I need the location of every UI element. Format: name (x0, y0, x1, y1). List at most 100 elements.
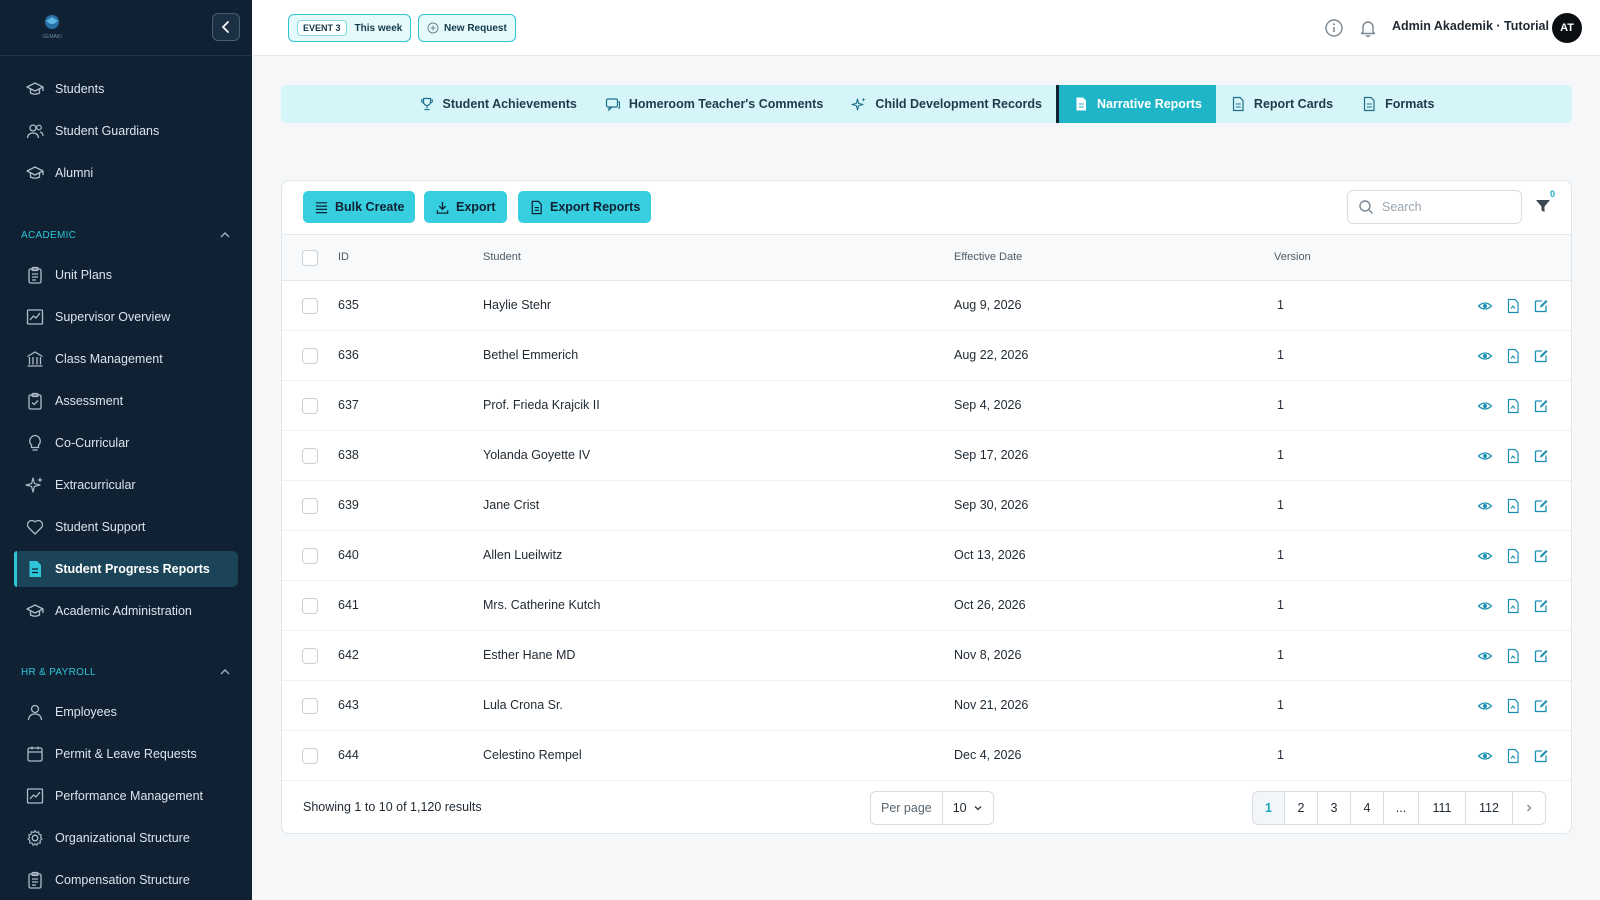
row-checkbox[interactable] (302, 398, 318, 414)
brand-logo-icon[interactable]: GEMAKI (34, 12, 70, 40)
sidebar-item-alumni[interactable]: Alumni (14, 155, 238, 191)
column-header-version[interactable]: Version (1274, 251, 1311, 263)
table-row[interactable]: 635 Haylie Stehr Aug 9, 2026 1 (282, 281, 1571, 331)
info-icon[interactable] (1324, 18, 1344, 38)
row-checkbox[interactable] (302, 698, 318, 714)
tab-student-achievements[interactable]: Student Achievements (405, 85, 591, 123)
edit-icon[interactable] (1533, 498, 1549, 514)
collapse-sidebar-button[interactable] (212, 13, 240, 41)
page-2-button[interactable]: 2 (1285, 792, 1318, 824)
pdf-document-icon[interactable] (1505, 398, 1521, 414)
view-eye-icon[interactable] (1477, 348, 1493, 364)
pdf-document-icon[interactable] (1505, 698, 1521, 714)
sidebar-item-supervisor-overview[interactable]: Supervisor Overview (14, 299, 238, 335)
edit-icon[interactable] (1533, 748, 1549, 764)
sidebar-item-permit-and-leave-requests[interactable]: Permit & Leave Requests (14, 736, 238, 772)
row-checkbox[interactable] (302, 548, 318, 564)
filter-icon[interactable] (1534, 197, 1552, 215)
tab-formats[interactable]: Formats (1347, 85, 1448, 123)
export-button[interactable]: Export (424, 191, 507, 223)
edit-icon[interactable] (1533, 348, 1549, 364)
table-row[interactable]: 642 Esther Hane MD Nov 8, 2026 1 (282, 631, 1571, 681)
tab-child-development-records[interactable]: Child Development Records (837, 85, 1056, 123)
next-page-button[interactable] (1513, 792, 1545, 824)
page-1-button[interactable]: 1 (1253, 792, 1285, 824)
edit-icon[interactable] (1533, 548, 1549, 564)
edit-icon[interactable] (1533, 698, 1549, 714)
export-reports-button[interactable]: Export Reports (518, 191, 652, 223)
sidebar-item-extracurricular[interactable]: Extracurricular (14, 467, 238, 503)
sidebar-item-organizational-structure[interactable]: Organizational Structure (14, 820, 238, 856)
edit-icon[interactable] (1533, 648, 1549, 664)
view-eye-icon[interactable] (1477, 498, 1493, 514)
row-checkbox[interactable] (302, 598, 318, 614)
bell-icon[interactable] (1358, 18, 1378, 38)
row-checkbox[interactable] (302, 748, 318, 764)
pdf-document-icon[interactable] (1505, 498, 1521, 514)
edit-icon[interactable] (1533, 298, 1549, 314)
view-eye-icon[interactable] (1477, 648, 1493, 664)
section-academic-header[interactable]: ACADEMIC (21, 226, 231, 244)
pdf-document-icon[interactable] (1505, 298, 1521, 314)
tab-narrative-reports[interactable]: Narrative Reports (1056, 85, 1216, 123)
view-eye-icon[interactable] (1477, 698, 1493, 714)
table-row[interactable]: 643 Lula Crona Sr. Nov 21, 2026 1 (282, 681, 1571, 731)
select-all-checkbox[interactable] (302, 250, 318, 266)
row-checkbox[interactable] (302, 648, 318, 664)
table-row[interactable]: 641 Mrs. Catherine Kutch Oct 26, 2026 1 (282, 581, 1571, 631)
sidebar-item-academic-administration[interactable]: Academic Administration (14, 593, 238, 629)
pdf-document-icon[interactable] (1505, 598, 1521, 614)
sidebar-item-students[interactable]: Students (14, 71, 238, 107)
pdf-document-icon[interactable] (1505, 448, 1521, 464)
avatar[interactable]: AT (1552, 13, 1582, 43)
view-eye-icon[interactable] (1477, 598, 1493, 614)
sidebar-item-co-curricular[interactable]: Co-Curricular (14, 425, 238, 461)
new-request-button[interactable]: New Request (418, 14, 516, 42)
user-name[interactable]: Admin Akademik · Tutorial (1392, 19, 1549, 33)
table-row[interactable]: 638 Yolanda Goyette IV Sep 17, 2026 1 (282, 431, 1571, 481)
event-pill[interactable]: EVENT 3 This week (288, 14, 412, 42)
edit-icon[interactable] (1533, 598, 1549, 614)
page-112-button[interactable]: 112 (1466, 792, 1513, 824)
column-header-id[interactable]: ID (338, 251, 349, 263)
column-header-student[interactable]: Student (483, 251, 521, 263)
view-eye-icon[interactable] (1477, 448, 1493, 464)
per-page-value[interactable]: 10 (943, 792, 993, 824)
row-checkbox[interactable] (302, 498, 318, 514)
row-checkbox[interactable] (302, 348, 318, 364)
pdf-document-icon[interactable] (1505, 548, 1521, 564)
table-row[interactable]: 636 Bethel Emmerich Aug 22, 2026 1 (282, 331, 1571, 381)
view-eye-icon[interactable] (1477, 298, 1493, 314)
search-input[interactable] (1382, 200, 1512, 214)
sidebar-item-class-management[interactable]: Class Management (14, 341, 238, 377)
table-row[interactable]: 637 Prof. Frieda Krajcik II Sep 4, 2026 1 (282, 381, 1571, 431)
pdf-document-icon[interactable] (1505, 648, 1521, 664)
row-checkbox[interactable] (302, 448, 318, 464)
sidebar-item-student-guardians[interactable]: Student Guardians (14, 113, 238, 149)
pdf-document-icon[interactable] (1505, 748, 1521, 764)
sidebar-item-compensation-structure[interactable]: Compensation Structure (14, 862, 238, 898)
tab-report-cards[interactable]: Report Cards (1216, 85, 1347, 123)
view-eye-icon[interactable] (1477, 748, 1493, 764)
view-eye-icon[interactable] (1477, 548, 1493, 564)
tab-homeroom-teacher-s-comments[interactable]: Homeroom Teacher's Comments (591, 85, 837, 123)
per-page-select[interactable]: Per page 10 (870, 791, 994, 825)
edit-icon[interactable] (1533, 448, 1549, 464)
row-checkbox[interactable] (302, 298, 318, 314)
page-3-button[interactable]: 3 (1318, 792, 1351, 824)
sidebar-item-employees[interactable]: Employees (14, 694, 238, 730)
sidebar-item-student-progress-reports[interactable]: Student Progress Reports (14, 551, 238, 587)
page-4-button[interactable]: 4 (1351, 792, 1384, 824)
page-111-button[interactable]: 111 (1419, 792, 1466, 824)
edit-icon[interactable] (1533, 398, 1549, 414)
sidebar-item-performance-management[interactable]: Performance Management (14, 778, 238, 814)
table-row[interactable]: 644 Celestino Rempel Dec 4, 2026 1 (282, 731, 1571, 781)
table-row[interactable]: 640 Allen Lueilwitz Oct 13, 2026 1 (282, 531, 1571, 581)
pdf-document-icon[interactable] (1505, 348, 1521, 364)
table-row[interactable]: 639 Jane Crist Sep 30, 2026 1 (282, 481, 1571, 531)
sidebar-item-student-support[interactable]: Student Support (14, 509, 238, 545)
section-hr-header[interactable]: HR & PAYROLL (21, 663, 231, 681)
bulk-create-button[interactable]: Bulk Create (303, 191, 416, 223)
sidebar-item-assessment[interactable]: Assessment (14, 383, 238, 419)
sidebar-item-unit-plans[interactable]: Unit Plans (14, 257, 238, 293)
